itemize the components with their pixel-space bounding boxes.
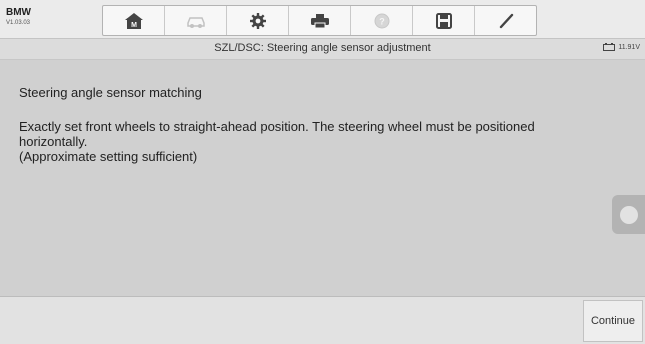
- settings-button[interactable]: [227, 6, 289, 35]
- help-icon: ?: [374, 13, 389, 28]
- svg-text:?: ?: [379, 16, 385, 26]
- vehicle-swap-icon: [186, 16, 205, 28]
- battery-icon: [603, 43, 616, 51]
- battery-indicator: 11.91V: [603, 43, 640, 51]
- message-body: Exactly set front wheels to straight-ahe…: [19, 119, 599, 164]
- brand-name: BMW: [6, 7, 31, 18]
- save-icon: [435, 12, 452, 29]
- vehicle-swap-button[interactable]: [165, 6, 227, 35]
- message-title: Steering angle sensor matching: [19, 85, 202, 100]
- battery-voltage: 11.91V: [618, 43, 640, 51]
- help-button[interactable]: ?: [351, 6, 413, 35]
- home-button[interactable]: M: [103, 6, 165, 35]
- printer-icon: [310, 13, 329, 28]
- page-title: SZL/DSC: Steering angle sensor adjustmen…: [214, 42, 431, 54]
- pen-icon: [499, 13, 513, 28]
- svg-text:M: M: [131, 22, 137, 29]
- gear-icon: [249, 12, 266, 29]
- message-line: (Approximate setting sufficient): [19, 149, 198, 164]
- brand-block: BMW V1.03.03: [6, 7, 31, 27]
- print-button[interactable]: [289, 6, 351, 35]
- message-line: Exactly set front wheels to straight-ahe…: [19, 119, 535, 149]
- floating-menu-button[interactable]: [612, 195, 645, 234]
- footer-bar: [0, 296, 645, 344]
- floating-menu-icon: [619, 205, 638, 224]
- continue-button[interactable]: Continue: [583, 300, 643, 342]
- top-bar: BMW V1.03.03 M ?: [0, 0, 645, 39]
- save-button[interactable]: [413, 6, 475, 35]
- software-version: V1.03.03: [6, 20, 31, 26]
- edit-button[interactable]: [475, 6, 536, 35]
- function-title-bar: SZL/DSC: Steering angle sensor adjustmen…: [0, 39, 645, 60]
- home-icon: M: [124, 12, 143, 29]
- toolbar: M ?: [102, 5, 537, 36]
